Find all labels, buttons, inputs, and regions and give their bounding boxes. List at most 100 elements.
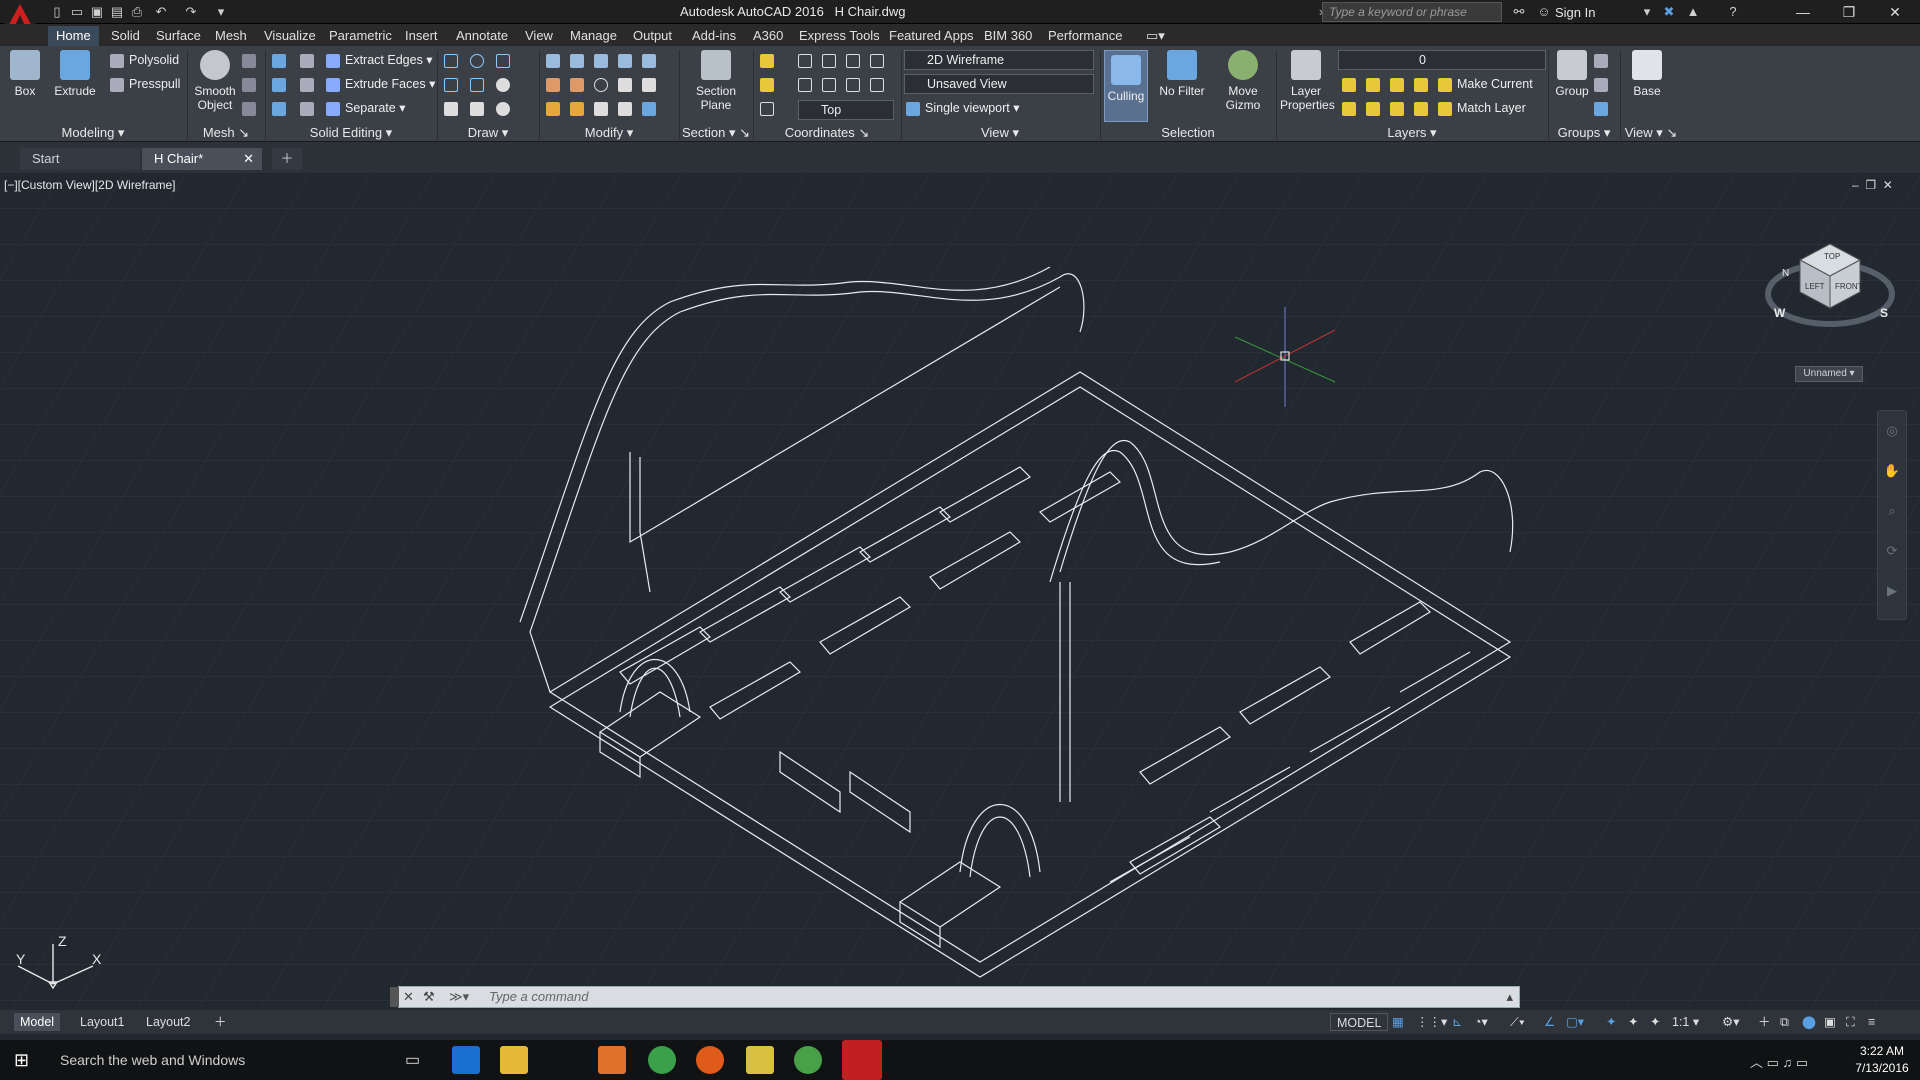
viewcube[interactable]: TOP LEFT FRONT W S N: [1760, 232, 1900, 352]
fillet-edge-icon[interactable]: [300, 50, 319, 70]
group-edit-icon[interactable]: [1594, 74, 1613, 94]
model-space-button[interactable]: MODEL: [1330, 1013, 1389, 1031]
utorrent-icon[interactable]: [794, 1046, 822, 1074]
osnap-icon[interactable]: ▢▾: [1560, 1013, 1590, 1031]
tab-a360[interactable]: A360: [745, 26, 791, 46]
named-view-dropdown[interactable]: Unsaved View: [904, 74, 1094, 94]
task-view-icon[interactable]: ▭: [405, 1050, 420, 1070]
layer-tool-icon[interactable]: [1342, 74, 1361, 94]
match-layer-button[interactable]: Match Layer: [1438, 98, 1526, 118]
ucs-icon[interactable]: [760, 50, 779, 70]
search-input[interactable]: Type a keyword or phrase: [1322, 2, 1502, 22]
annotation-visibility-icon[interactable]: ✦: [1600, 1013, 1622, 1031]
culling-button[interactable]: Culling: [1104, 50, 1148, 122]
viewcube-top[interactable]: TOP: [1824, 252, 1840, 261]
panel-title-modify[interactable]: Modify ▾: [540, 124, 678, 142]
binoculars-icon[interactable]: ⚯: [1510, 4, 1528, 20]
erase-icon[interactable]: [546, 98, 565, 118]
panel-title-solid-editing[interactable]: Solid Editing ▾: [266, 124, 436, 142]
isodraft-icon[interactable]: ⟋▾: [1504, 1013, 1531, 1031]
make-current-button[interactable]: Make Current: [1438, 74, 1533, 94]
layer-tool-icon[interactable]: [1414, 98, 1433, 118]
panel-title-view[interactable]: View ▾: [902, 124, 1098, 142]
ucs-world-icon[interactable]: [760, 74, 779, 94]
isolate-icon[interactable]: ⧉: [1774, 1013, 1795, 1031]
chevron-down-icon[interactable]: ▾: [1638, 4, 1656, 20]
panel-title-section[interactable]: Section ▾ ↘: [680, 124, 752, 142]
slice-icon[interactable]: [300, 74, 319, 94]
spline-icon[interactable]: [444, 74, 463, 94]
line2-icon[interactable]: [470, 74, 489, 94]
command-input[interactable]: Type a command: [489, 989, 588, 1004]
ellipse-icon[interactable]: [496, 98, 515, 118]
tab-view[interactable]: View: [517, 26, 561, 46]
layer-tool-icon[interactable]: [1414, 74, 1433, 94]
panel-title-mesh[interactable]: Mesh ↘: [188, 124, 264, 142]
layout-tab-layout1[interactable]: Layout1: [74, 1013, 130, 1031]
clock-time[interactable]: 3:22 AM: [1852, 1044, 1912, 1058]
ribbon-options-icon[interactable]: ▭▾: [1138, 26, 1173, 46]
ucs-dropdown[interactable]: Top: [798, 100, 894, 120]
layer-tool-icon[interactable]: [1366, 98, 1385, 118]
firefox-icon[interactable]: [696, 1046, 724, 1074]
panel-title-view2[interactable]: View ▾ ↘: [1621, 124, 1681, 142]
no-filter-button[interactable]: No Filter: [1156, 50, 1208, 98]
compass-s[interactable]: S: [1880, 306, 1888, 320]
move-icon[interactable]: [546, 50, 565, 70]
tab-performance[interactable]: Performance: [1040, 26, 1130, 46]
subtract-icon[interactable]: [272, 74, 291, 94]
file-explorer-icon[interactable]: [500, 1046, 528, 1074]
edge-icon[interactable]: [452, 1046, 480, 1074]
wcs-menu[interactable]: Unnamed ▾: [1795, 366, 1863, 382]
add-layout-button[interactable]: ＋: [208, 1013, 233, 1031]
help-icon[interactable]: ?: [1724, 4, 1742, 20]
union-icon[interactable]: [272, 50, 291, 70]
gear-icon[interactable]: ⚙▾: [1716, 1013, 1745, 1031]
line-icon[interactable]: [444, 50, 463, 70]
ungroup-icon[interactable]: [1594, 50, 1613, 70]
section-plane-button[interactable]: Section Plane: [688, 50, 744, 112]
tab-addins[interactable]: Add-ins: [684, 26, 744, 46]
tab-home[interactable]: Home: [48, 26, 99, 46]
tab-mesh[interactable]: Mesh: [207, 26, 255, 46]
arc-icon[interactable]: [470, 50, 489, 70]
ucs-z-icon[interactable]: [870, 50, 889, 70]
media-icon[interactable]: [598, 1046, 626, 1074]
extract-edges-button[interactable]: Extract Edges ▾: [326, 50, 433, 70]
orbit-icon[interactable]: ⟳: [1878, 531, 1906, 571]
layer-tool-icon[interactable]: [1390, 98, 1409, 118]
circle-icon[interactable]: [496, 74, 515, 94]
polygon-icon[interactable]: [444, 98, 463, 118]
ucs-face-icon[interactable]: [846, 74, 865, 94]
intersect-icon[interactable]: [272, 98, 291, 118]
compass-w[interactable]: W: [1774, 306, 1785, 320]
redo-icon[interactable]: ↷: [182, 4, 200, 20]
panel-title-modeling[interactable]: Modeling ▾: [0, 124, 186, 142]
compass-n[interactable]: N: [1782, 268, 1789, 279]
layer-tool-icon[interactable]: [1366, 74, 1385, 94]
box-button[interactable]: Box: [2, 50, 48, 98]
plot-icon[interactable]: ⎙: [128, 4, 146, 20]
join-icon[interactable]: [618, 98, 637, 118]
new-tab-button[interactable]: ＋: [272, 148, 302, 170]
h-chair-model[interactable]: [0, 172, 1920, 1010]
tab-output[interactable]: Output: [625, 26, 680, 46]
folder-icon[interactable]: [746, 1046, 774, 1074]
drawing-viewport[interactable]: [−][Custom View][2D Wireframe] – ❐ ✕ TOP…: [0, 172, 1920, 1010]
tab-insert[interactable]: Insert: [397, 26, 446, 46]
copy-icon[interactable]: [618, 50, 637, 70]
tab-surface[interactable]: Surface: [148, 26, 209, 46]
tab-express-tools[interactable]: Express Tools: [791, 26, 888, 46]
zoom-icon[interactable]: ⌕: [1878, 491, 1906, 531]
panel-title-groups[interactable]: Groups ▾: [1549, 124, 1619, 142]
chevron-up-icon[interactable]: ▴: [1506, 989, 1513, 1005]
layer-tool-icon[interactable]: [1390, 74, 1409, 94]
trim-icon[interactable]: [594, 50, 613, 70]
ucs-x-icon[interactable]: [822, 50, 841, 70]
recent-commands-icon[interactable]: ≫▾: [449, 989, 469, 1005]
group-select-icon[interactable]: [1594, 98, 1613, 118]
smooth-object-button[interactable]: Smooth Object: [190, 50, 240, 112]
taskbar-search[interactable]: Search the web and Windows: [60, 1052, 245, 1068]
array-icon[interactable]: [642, 74, 661, 94]
rotate-icon[interactable]: [570, 50, 589, 70]
